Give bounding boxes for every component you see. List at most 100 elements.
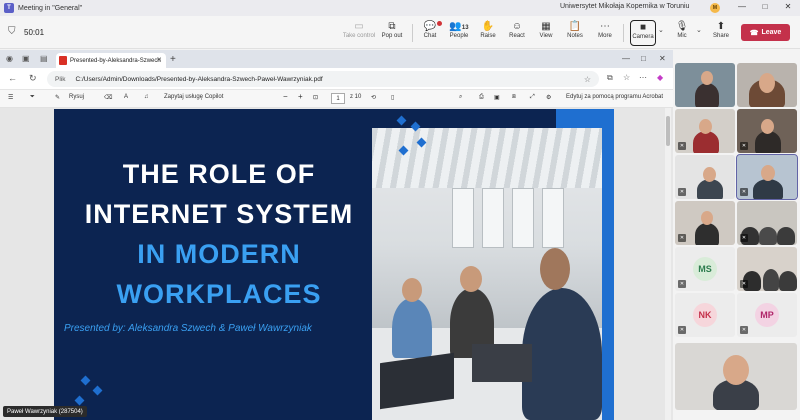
maximize-button[interactable]: □	[758, 2, 772, 11]
muted-mic-icon: ✕	[678, 188, 686, 196]
tab-close-icon[interactable]: ✕	[156, 56, 162, 64]
browser-menu-icon[interactable]: ⋯	[639, 73, 647, 82]
participant-avatar-tile[interactable]: NK ✕	[675, 293, 735, 337]
browser-minimize-button[interactable]: —	[622, 54, 630, 63]
more-label: More	[598, 33, 612, 39]
muted-mic-icon: ✕	[678, 326, 686, 334]
browser-close-button[interactable]: ✕	[659, 54, 666, 63]
refresh-icon[interactable]: ↻	[29, 73, 37, 84]
tab-actions-icon[interactable]: ▤	[40, 54, 48, 63]
leave-button[interactable]: ☎ Leave	[741, 24, 790, 41]
new-tab-icon[interactable]: +	[170, 54, 176, 65]
draw-icon[interactable]: ✎	[55, 94, 60, 101]
search-icon[interactable]: ⌕	[459, 94, 462, 101]
page-number-input[interactable]: 1	[331, 93, 345, 104]
pdf-viewport[interactable]: THE ROLE OF INTERNET SYSTEM IN MODERN WO…	[0, 108, 673, 420]
mic-button[interactable]: 🎙 Mic	[665, 20, 699, 46]
window-titlebar: T Meeting in "General" Uniwersytet Mikoł…	[0, 0, 800, 16]
take-control-icon: ▭	[354, 21, 364, 32]
teams-app-icon: T	[4, 3, 14, 13]
participant-avatar-tile[interactable]: MS ✕	[675, 247, 735, 291]
participant-video-tile[interactable]: ✕	[737, 201, 797, 245]
more-button[interactable]: ⋯ More	[588, 20, 622, 46]
slide-title-line-4: WORKPLACES	[116, 279, 322, 309]
minimize-button[interactable]: —	[735, 2, 749, 11]
decor-square	[80, 375, 91, 386]
account-avatar[interactable]: M	[710, 3, 720, 13]
chat-label: Chat	[423, 33, 437, 39]
favorites-icon[interactable]: ☆	[623, 73, 630, 82]
take-control-label: Take control	[342, 33, 376, 39]
pop-out-button[interactable]: ⧉ Pop out	[375, 20, 409, 46]
back-icon[interactable]: ←	[8, 73, 17, 83]
raise-hand-icon: ✋	[481, 21, 495, 32]
view-icon: ▦	[541, 21, 551, 32]
notes-button[interactable]: 📋 Notes	[558, 20, 592, 46]
muted-mic-icon: ✕	[678, 280, 686, 288]
meeting-timer: 50:01	[24, 28, 45, 37]
participant-video-tile[interactable]: ✕	[675, 109, 735, 153]
slide-title-line-1: THE ROLE OF	[122, 159, 316, 189]
text-icon[interactable]: A	[124, 94, 128, 100]
browser-tab[interactable]: Presented-by-Aleksandra-Szwech ✕	[56, 53, 166, 68]
participant-video-tile[interactable]: ✕	[737, 247, 797, 291]
participant-video-tile-large[interactable]	[675, 343, 797, 410]
muted-mic-icon: ✕	[678, 234, 686, 242]
pdf-scrollbar[interactable]	[665, 108, 671, 420]
extensions-icon[interactable]: ⧉	[607, 73, 613, 83]
browser-maximize-button[interactable]: □	[641, 54, 646, 63]
mic-label: Mic	[677, 33, 687, 39]
filter-icon[interactable]: ⏷	[30, 94, 35, 101]
slide-byline: Presented by: Aleksandra Szwech & Paweł …	[64, 323, 312, 334]
copilot-icon[interactable]: ◆	[657, 73, 663, 82]
share-button[interactable]: ⬆ Share	[704, 20, 738, 46]
organization-name: Uniwersytet Mikołaja Kopernika w Toruniu	[560, 3, 690, 10]
participant-video-tile[interactable]: ✕	[737, 109, 797, 153]
collections-icon[interactable]: ▣	[22, 54, 30, 63]
url-field[interactable]: Plik C:/Users/Admin/Downloads/Presented-…	[47, 71, 599, 87]
save-icon[interactable]: ▣	[494, 94, 500, 101]
close-window-button[interactable]: ✕	[781, 2, 795, 11]
phone-hangup-icon: ☎	[749, 29, 759, 37]
people-count: 13	[461, 25, 469, 31]
decor-square	[74, 395, 85, 406]
participant-video-tile-active[interactable]: ✕	[736, 154, 798, 200]
camera-icon: ■	[639, 22, 647, 33]
acrobat-edit-button[interactable]: Edytuj za pomocą programu Acrobat	[566, 94, 663, 100]
share-icon: ⬆	[716, 21, 726, 32]
fit-page-icon[interactable]: ⊡	[313, 94, 318, 101]
zoom-out-button[interactable]: −	[283, 92, 288, 101]
take-control-button[interactable]: ▭ Take control	[342, 20, 376, 46]
fullscreen-icon[interactable]: ⤢	[530, 94, 535, 101]
pdf-scrollbar-thumb[interactable]	[666, 116, 670, 146]
print-icon[interactable]: ⎙	[479, 94, 484, 101]
participant-avatar-tile[interactable]: MP ✕	[737, 293, 797, 337]
zoom-in-button[interactable]: +	[298, 92, 303, 101]
draw-label[interactable]: Rysuj	[69, 94, 84, 100]
mic-options-chevron-icon[interactable]: ⌄	[696, 26, 702, 34]
settings-gear-icon[interactable]: ⚙	[546, 94, 551, 101]
muted-mic-icon: ✕	[740, 234, 748, 242]
favorite-star-icon[interactable]: ☆	[584, 75, 591, 84]
camera-button[interactable]: ■ Camera	[630, 20, 656, 46]
page-view-icon[interactable]: ▯	[391, 94, 394, 101]
participant-video-tile[interactable]: ✕	[675, 155, 735, 199]
camera-label: Camera	[632, 34, 654, 40]
muted-mic-icon: ✕	[740, 280, 748, 288]
save-as-icon[interactable]: ⧈	[512, 94, 516, 101]
pdf-slide-page: THE ROLE OF INTERNET SYSTEM IN MODERN WO…	[54, 109, 614, 420]
rotate-icon[interactable]: ⟲	[371, 94, 376, 101]
people-label: People	[449, 33, 469, 39]
camera-options-chevron-icon[interactable]: ⌄	[658, 26, 664, 34]
pdf-file-icon	[59, 56, 67, 65]
contents-icon[interactable]: ☰	[8, 94, 13, 101]
read-aloud-icon[interactable]: ♫	[144, 94, 149, 100]
copilot-ask-button[interactable]: Zapytaj usługę Copilot	[164, 94, 223, 100]
profile-icon[interactable]: ◉	[6, 54, 13, 63]
participant-video-tile[interactable]	[737, 63, 797, 107]
participant-video-tile[interactable]	[675, 63, 735, 107]
chat-icon: 💬	[423, 21, 437, 32]
muted-mic-icon: ✕	[740, 326, 748, 334]
participant-video-tile[interactable]: ✕	[675, 201, 735, 245]
eraser-icon[interactable]: ⌫	[104, 94, 112, 101]
